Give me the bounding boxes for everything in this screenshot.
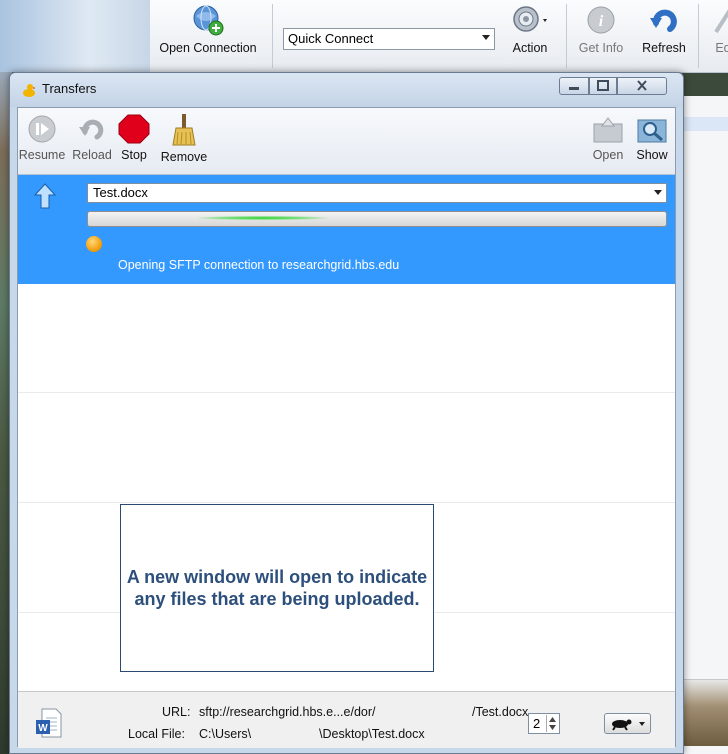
chevron-down-icon (482, 35, 490, 40)
turtle-icon (612, 719, 645, 731)
open-connection-button[interactable]: Open Connection (150, 4, 266, 55)
svg-text:W: W (38, 723, 48, 734)
cyberduck-icon (23, 84, 35, 97)
transfer-details-footer: W URL: sftp://researchgrid.hbs.e...e/dor… (18, 691, 675, 748)
transfer-progress-bar (87, 211, 667, 227)
close-icon (637, 80, 647, 91)
url-value: sftp://researchgrid.hbs.e...e/dor/ (199, 705, 376, 719)
connections-value: 2 (533, 716, 541, 731)
selected-row (684, 117, 728, 131)
refresh-button[interactable]: Refresh (636, 4, 692, 55)
transfers-window: Transfers Resume Reload Stop Remove Open… (9, 72, 684, 754)
resume-button[interactable]: Resume (18, 114, 66, 162)
magnifier-folder-icon (637, 119, 667, 143)
reload-icon (79, 119, 104, 140)
local-file-path: \Desktop\Test.docx (319, 727, 425, 741)
bandwidth-dropdown[interactable] (604, 713, 651, 734)
remove-button[interactable]: Remove (158, 114, 210, 164)
transfer-filename: Test.docx (93, 185, 148, 200)
reload-label: Reload (72, 148, 112, 162)
annotation-text: A new window will open to indicate any f… (126, 567, 428, 609)
maximize-icon (597, 80, 609, 91)
svg-text:i: i (599, 13, 604, 30)
transfer-status: Opening SFTP connection to researchgrid.… (118, 258, 400, 272)
transfer-file-select[interactable]: Test.docx (87, 183, 667, 203)
get-info-button[interactable]: i Get Info (575, 4, 627, 55)
window-title: Transfers (42, 81, 97, 96)
transfers-toolbar: Resume Reload Stop Remove Open Show (18, 108, 675, 175)
info-icon: i (587, 6, 615, 34)
close-button[interactable] (617, 77, 667, 95)
minimize-button[interactable] (559, 77, 589, 95)
main-toolbar: Open Connection Quick Connect Action i G… (150, 0, 728, 73)
word-document-icon: W (36, 708, 62, 738)
open-button[interactable]: Open (591, 114, 625, 162)
stepper-arrows-glyph (549, 717, 556, 730)
gear-icon (513, 6, 547, 32)
action-label: Action (512, 41, 548, 55)
transfers-content: Resume Reload Stop Remove Open Show Test… (17, 107, 676, 748)
reload-button[interactable]: Reload (70, 114, 114, 162)
list-separator (18, 392, 675, 393)
status-indicator-icon (86, 236, 102, 252)
quick-connect-dropdown[interactable]: Quick Connect (283, 28, 495, 50)
desktop-background-bottom (684, 679, 728, 746)
globe-plus-icon (193, 5, 224, 36)
stepper-arrows-icon[interactable] (546, 715, 558, 732)
toolbar-divider (566, 4, 567, 68)
desktop-background-top (0, 0, 150, 72)
resume-label: Resume (18, 148, 66, 162)
browser-list-background (683, 96, 728, 754)
window-titlebar[interactable]: Transfers (10, 73, 683, 107)
get-info-label: Get Info (578, 41, 624, 55)
url-file: /Test.docx (472, 705, 529, 719)
refresh-label: Refresh (642, 41, 686, 55)
toolbar-divider (698, 4, 699, 68)
edit-button[interactable]: Ed (708, 4, 728, 55)
list-separator (18, 502, 675, 503)
minimize-icon (569, 87, 579, 90)
transfer-item[interactable]: Test.docx Opening SFTP connection to res… (18, 175, 675, 284)
annotation-callout: A new window will open to indicate any f… (120, 504, 434, 672)
resume-icon (28, 115, 56, 143)
transfer-list: A new window will open to indicate any f… (18, 284, 675, 691)
broom-icon (172, 114, 196, 146)
connections-stepper[interactable]: 2 (528, 713, 560, 734)
url-label: URL: (162, 705, 191, 719)
remove-label: Remove (160, 150, 208, 164)
show-button[interactable]: Show (633, 114, 671, 162)
refresh-icon (650, 9, 677, 32)
show-label: Show (636, 148, 668, 162)
progress-indicator (198, 216, 328, 220)
stop-button[interactable]: Stop (118, 114, 150, 162)
action-button[interactable]: Action (500, 4, 560, 55)
edit-label: Ed (715, 41, 728, 55)
quick-connect-label: Quick Connect (288, 31, 374, 46)
maximize-button[interactable] (589, 77, 617, 95)
open-label: Open (592, 148, 624, 162)
open-connection-label: Open Connection (159, 41, 257, 55)
pencil-icon (714, 9, 728, 34)
chevron-down-icon (654, 190, 662, 195)
local-file-value: C:\Users\ (199, 727, 252, 741)
stop-icon (118, 114, 150, 144)
stop-label: Stop (121, 148, 147, 162)
open-folder-icon (593, 117, 623, 143)
toolbar-divider (272, 4, 273, 68)
upload-arrow-icon (34, 183, 56, 209)
local-file-label: Local File: (128, 727, 185, 741)
